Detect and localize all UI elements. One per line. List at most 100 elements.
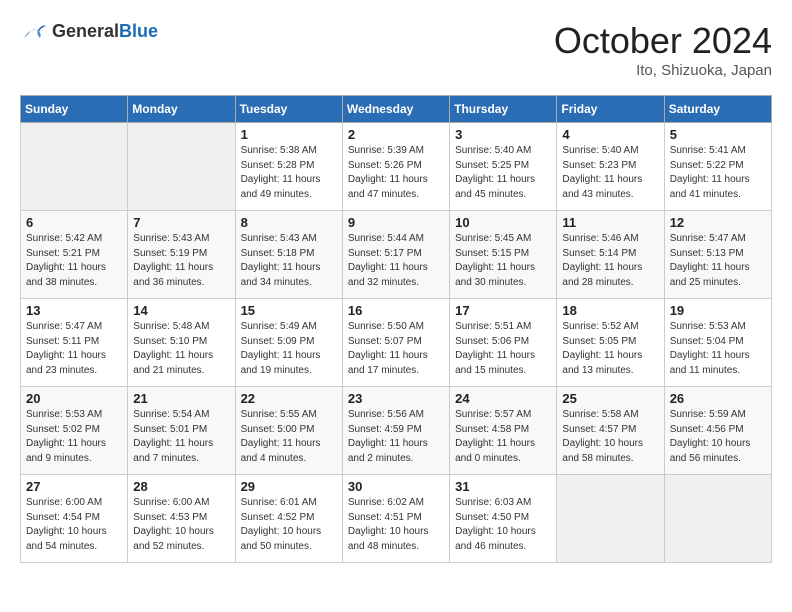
- day-number: 24: [455, 391, 551, 406]
- day-number: 15: [241, 303, 337, 318]
- day-info: Sunrise: 5:50 AM Sunset: 5:07 PM Dayligh…: [348, 320, 444, 378]
- calendar-cell: 16 Sunrise: 5:50 AM Sunset: 5:07 PM Dayli…: [342, 299, 449, 387]
- day-info: Sunrise: 5:53 AM Sunset: 5:04 PM Dayligh…: [670, 320, 766, 378]
- day-number: 9: [348, 215, 444, 230]
- day-info: Sunrise: 5:58 AM Sunset: 4:57 PM Dayligh…: [562, 408, 658, 466]
- calendar-week-row: 6Sunrise: 5:42 AM Sunset: 5:21 PM Daylig…: [21, 211, 772, 299]
- day-info: Sunrise: 5:49 AM Sunset: 5:09 PM Dayligh…: [241, 320, 337, 378]
- weekday-header-saturday: Saturday: [664, 96, 771, 123]
- day-info: Sunrise: 5:47 AM Sunset: 5:13 PM Dayligh…: [670, 232, 766, 290]
- day-number: 7: [133, 215, 229, 230]
- calendar-cell: 24Sunrise: 5:57 AM Sunset: 4:58 PM Dayli…: [450, 387, 557, 475]
- calendar-cell: 4Sunrise: 5:40 AM Sunset: 5:23 PM Daylig…: [557, 123, 664, 211]
- calendar-cell: 21 Sunrise: 5:54 AM Sunset: 5:01 PM Dayli…: [128, 387, 235, 475]
- calendar-cell: 29Sunrise: 6:01 AM Sunset: 4:52 PM Dayli…: [235, 475, 342, 563]
- day-info: Sunrise: 5:43 AM Sunset: 5:19 PM Dayligh…: [133, 232, 229, 290]
- day-info: Sunrise: 5:45 AM Sunset: 5:15 PM Dayligh…: [455, 232, 551, 290]
- day-number: 13: [26, 303, 122, 318]
- calendar-cell: 22Sunrise: 5:55 AM Sunset: 5:00 PM Dayli…: [235, 387, 342, 475]
- weekday-header-tuesday: Tuesday: [235, 96, 342, 123]
- day-info: Sunrise: 6:00 AM Sunset: 4:54 PM Dayligh…: [26, 496, 122, 554]
- weekday-header-row: SundayMondayTuesdayWednesdayThursdayFrid…: [21, 96, 772, 123]
- calendar-cell: 3 Sunrise: 5:40 AM Sunset: 5:25 PM Daylig…: [450, 123, 557, 211]
- calendar-location: Ito, Shizuoka, Japan: [554, 62, 772, 79]
- day-number: 10: [455, 215, 551, 230]
- calendar-cell: 2Sunrise: 5:39 AM Sunset: 5:26 PM Daylig…: [342, 123, 449, 211]
- calendar-cell: 6Sunrise: 5:42 AM Sunset: 5:21 PM Daylig…: [21, 211, 128, 299]
- calendar-table: SundayMondayTuesdayWednesdayThursdayFrid…: [20, 95, 772, 563]
- logo-blue: Blue: [119, 21, 158, 41]
- day-info: Sunrise: 5:48 AM Sunset: 5:10 PM Dayligh…: [133, 320, 229, 378]
- calendar-cell: 26 Sunrise: 5:59 AM Sunset: 4:56 PM Dayli…: [664, 387, 771, 475]
- calendar-cell: 8Sunrise: 5:43 AM Sunset: 5:18 PM Daylig…: [235, 211, 342, 299]
- calendar-cell: 9Sunrise: 5:44 AM Sunset: 5:17 PM Daylig…: [342, 211, 449, 299]
- calendar-cell: 31Sunrise: 6:03 AM Sunset: 4:50 PM Dayli…: [450, 475, 557, 563]
- day-number: 11: [562, 215, 658, 230]
- day-number: 22: [241, 391, 337, 406]
- day-info: Sunrise: 5:46 AM Sunset: 5:14 PM Dayligh…: [562, 232, 658, 290]
- calendar-cell: 27 Sunrise: 6:00 AM Sunset: 4:54 PM Dayli…: [21, 475, 128, 563]
- calendar-cell: 30 Sunrise: 6:02 AM Sunset: 4:51 PM Dayli…: [342, 475, 449, 563]
- day-number: 14: [133, 303, 229, 318]
- day-number: 19: [670, 303, 766, 318]
- calendar-header: SundayMondayTuesdayWednesdayThursdayFrid…: [21, 96, 772, 123]
- logo-text: GeneralBlue: [52, 21, 158, 42]
- day-info: Sunrise: 5:41 AM Sunset: 5:22 PM Dayligh…: [670, 144, 766, 202]
- calendar-cell: 20 Sunrise: 5:53 AM Sunset: 5:02 PM Dayli…: [21, 387, 128, 475]
- calendar-cell: 12 Sunrise: 5:47 AM Sunset: 5:13 PM Dayli…: [664, 211, 771, 299]
- day-info: Sunrise: 6:01 AM Sunset: 4:52 PM Dayligh…: [241, 496, 337, 554]
- calendar-title: October 2024: [554, 20, 772, 62]
- day-number: 1: [241, 127, 337, 142]
- day-info: Sunrise: 5:39 AM Sunset: 5:26 PM Dayligh…: [348, 144, 444, 202]
- logo-general: General: [52, 21, 119, 41]
- day-number: 28: [133, 479, 229, 494]
- calendar-cell: 25 Sunrise: 5:58 AM Sunset: 4:57 PM Dayli…: [557, 387, 664, 475]
- day-number: 17: [455, 303, 551, 318]
- calendar-cell: 7 Sunrise: 5:43 AM Sunset: 5:19 PM Daylig…: [128, 211, 235, 299]
- calendar-cell: [664, 475, 771, 563]
- day-number: 18: [562, 303, 658, 318]
- day-number: 26: [670, 391, 766, 406]
- day-number: 27: [26, 479, 122, 494]
- calendar-cell: [128, 123, 235, 211]
- calendar-week-row: 1 Sunrise: 5:38 AM Sunset: 5:28 PM Daylig…: [21, 123, 772, 211]
- calendar-body: 1 Sunrise: 5:38 AM Sunset: 5:28 PM Daylig…: [21, 123, 772, 563]
- day-number: 6: [26, 215, 122, 230]
- day-info: Sunrise: 5:52 AM Sunset: 5:05 PM Dayligh…: [562, 320, 658, 378]
- calendar-cell: 10 Sunrise: 5:45 AM Sunset: 5:15 PM Dayli…: [450, 211, 557, 299]
- day-number: 3: [455, 127, 551, 142]
- page-header: GeneralBlue October 2024 Ito, Shizuoka, …: [20, 20, 772, 79]
- day-number: 20: [26, 391, 122, 406]
- day-info: Sunrise: 5:53 AM Sunset: 5:02 PM Dayligh…: [26, 408, 122, 466]
- day-info: Sunrise: 5:40 AM Sunset: 5:25 PM Dayligh…: [455, 144, 551, 202]
- day-info: Sunrise: 6:02 AM Sunset: 4:51 PM Dayligh…: [348, 496, 444, 554]
- day-number: 5: [670, 127, 766, 142]
- day-info: Sunrise: 5:59 AM Sunset: 4:56 PM Dayligh…: [670, 408, 766, 466]
- day-number: 30: [348, 479, 444, 494]
- calendar-cell: 11 Sunrise: 5:46 AM Sunset: 5:14 PM Dayli…: [557, 211, 664, 299]
- day-info: Sunrise: 5:56 AM Sunset: 4:59 PM Dayligh…: [348, 408, 444, 466]
- logo-bird-icon: [20, 20, 48, 42]
- logo: GeneralBlue: [20, 20, 158, 42]
- calendar-cell: [557, 475, 664, 563]
- day-info: Sunrise: 6:00 AM Sunset: 4:53 PM Dayligh…: [133, 496, 229, 554]
- calendar-week-row: 13Sunrise: 5:47 AM Sunset: 5:11 PM Dayli…: [21, 299, 772, 387]
- day-number: 12: [670, 215, 766, 230]
- day-number: 16: [348, 303, 444, 318]
- calendar-cell: 19 Sunrise: 5:53 AM Sunset: 5:04 PM Dayli…: [664, 299, 771, 387]
- weekday-header-wednesday: Wednesday: [342, 96, 449, 123]
- calendar-cell: 15 Sunrise: 5:49 AM Sunset: 5:09 PM Dayli…: [235, 299, 342, 387]
- calendar-cell: 18 Sunrise: 5:52 AM Sunset: 5:05 PM Dayli…: [557, 299, 664, 387]
- calendar-week-row: 20 Sunrise: 5:53 AM Sunset: 5:02 PM Dayli…: [21, 387, 772, 475]
- calendar-cell: [21, 123, 128, 211]
- weekday-header-sunday: Sunday: [21, 96, 128, 123]
- weekday-header-friday: Friday: [557, 96, 664, 123]
- day-number: 25: [562, 391, 658, 406]
- calendar-cell: 17Sunrise: 5:51 AM Sunset: 5:06 PM Dayli…: [450, 299, 557, 387]
- day-info: Sunrise: 5:38 AM Sunset: 5:28 PM Dayligh…: [241, 144, 337, 202]
- calendar-cell: 1 Sunrise: 5:38 AM Sunset: 5:28 PM Daylig…: [235, 123, 342, 211]
- day-number: 21: [133, 391, 229, 406]
- calendar-cell: 13Sunrise: 5:47 AM Sunset: 5:11 PM Dayli…: [21, 299, 128, 387]
- day-info: Sunrise: 5:54 AM Sunset: 5:01 PM Dayligh…: [133, 408, 229, 466]
- weekday-header-thursday: Thursday: [450, 96, 557, 123]
